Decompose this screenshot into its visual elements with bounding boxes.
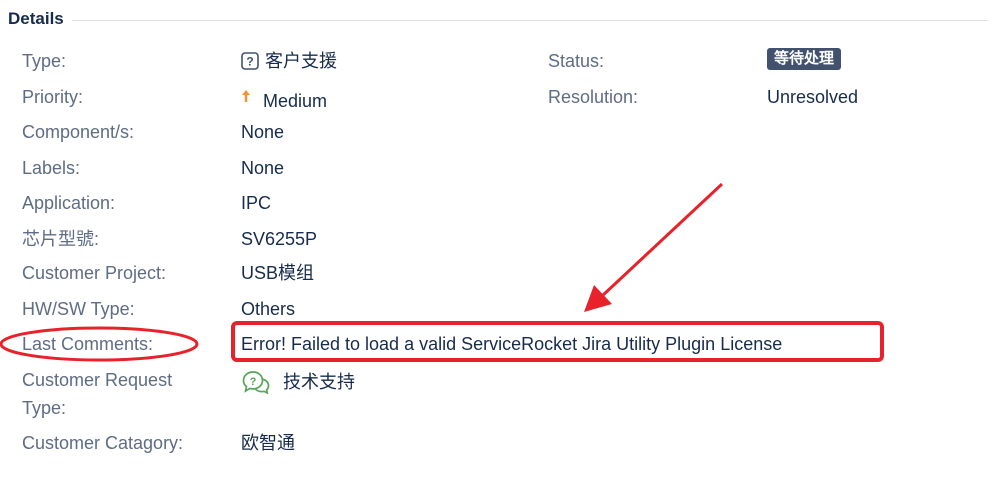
- type-value[interactable]: ? 客户支援: [241, 50, 337, 75]
- type-label: Type:: [22, 51, 67, 71]
- type-text: 客户支援: [265, 51, 337, 71]
- labels-label: Labels:: [22, 158, 81, 178]
- priority-text: Medium: [263, 91, 328, 111]
- component-label: Component/s:: [22, 122, 135, 142]
- application-label: Application:: [22, 193, 116, 213]
- details-section-header: Details: [8, 9, 988, 29]
- section-divider: [71, 19, 988, 21]
- status-label: Status:: [548, 51, 605, 71]
- svg-text:?: ?: [246, 55, 253, 69]
- hw-sw-type-label: HW/SW Type:: [22, 299, 135, 319]
- customer-category-label: Customer Catagory:: [22, 433, 184, 453]
- chip-model-value: SV6255P: [241, 229, 318, 249]
- customer-request-type-value[interactable]: ? 技术支持: [241, 370, 355, 399]
- component-value: None: [241, 122, 285, 142]
- hw-sw-type-value: Others: [241, 299, 296, 319]
- priority-label: Priority:: [22, 87, 84, 107]
- svg-text:?: ?: [250, 376, 257, 388]
- customer-request-type-text: 技术支持: [283, 372, 355, 392]
- chip-model-label: 芯片型號:: [22, 229, 100, 249]
- last-comments-value: Error! Failed to load a valid ServiceRoc…: [241, 334, 783, 354]
- customer-project-label: Customer Project:: [22, 263, 167, 283]
- resolution-value: Unresolved: [767, 87, 859, 107]
- question-box-icon: ?: [241, 52, 259, 75]
- customer-project-value: USB模组: [241, 263, 315, 283]
- arrow-up-icon: [241, 86, 251, 108]
- customer-request-type-label: Customer Request Type:: [22, 366, 172, 422]
- labels-value[interactable]: None: [241, 157, 284, 179]
- section-title: Details: [8, 9, 64, 28]
- status-badge[interactable]: 等待处理: [767, 48, 842, 70]
- customer-request-type-label-line1: Customer Request: [22, 370, 173, 390]
- customer-category-value: 欧智通: [241, 433, 295, 453]
- annotation-arrow: [584, 182, 724, 312]
- application-value: IPC: [241, 193, 272, 213]
- priority-value[interactable]: Medium: [241, 86, 327, 112]
- customer-request-type-label-line2: Type:: [22, 398, 67, 418]
- last-comments-label: Last Comments:: [22, 334, 154, 354]
- resolution-label: Resolution:: [548, 87, 639, 107]
- help-chat-icon: ?: [241, 370, 271, 399]
